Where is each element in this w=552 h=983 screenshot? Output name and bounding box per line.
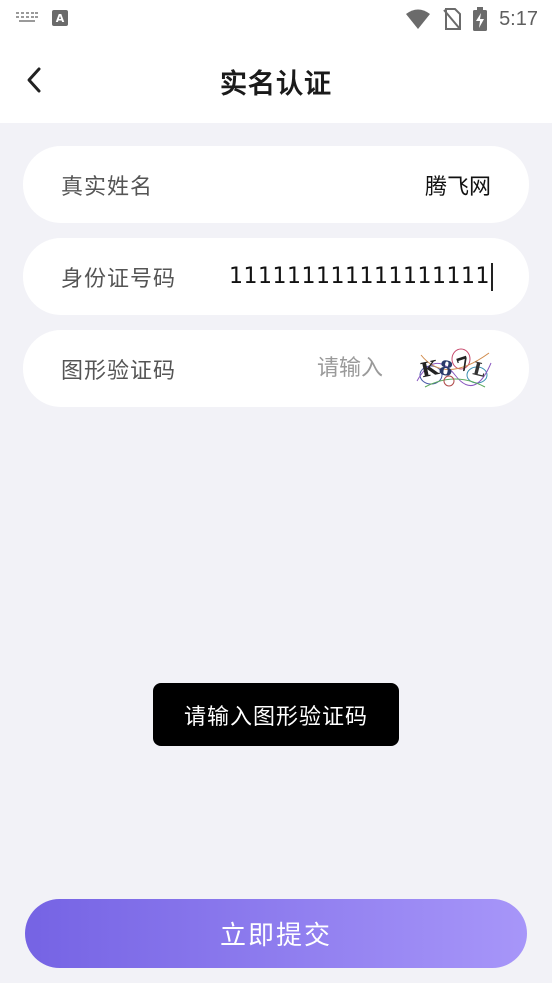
wifi-icon: [406, 9, 431, 29]
id-number-field[interactable]: 111111111111111111: [229, 238, 493, 315]
status-left: A: [16, 10, 68, 26]
page-title: 实名认证: [220, 69, 332, 100]
captcha-char-3: 7: [454, 352, 473, 377]
clock-time: 5:17: [499, 7, 538, 30]
captcha-row[interactable]: 图形验证码 K 8 7 L: [23, 330, 529, 407]
keyboard-icon: [16, 12, 38, 24]
submit-button[interactable]: 立即提交: [25, 899, 527, 968]
real-name-row[interactable]: 真实姓名 腾飞网: [23, 146, 529, 223]
id-number-value: 111111111111111111: [229, 264, 490, 289]
text-cursor: [491, 262, 493, 291]
id-number-row[interactable]: 身份证号码 111111111111111111: [23, 238, 529, 315]
captcha-input[interactable]: [281, 330, 385, 407]
captcha-image[interactable]: K 8 7 L: [415, 345, 493, 391]
real-name-label: 真实姓名: [61, 174, 154, 200]
toast-message: 请输入图形验证码: [153, 683, 399, 746]
no-sim-icon: [443, 8, 462, 30]
header-bar: 实名认证: [0, 38, 552, 123]
a-app-icon: A: [52, 10, 68, 26]
captcha-char-4: L: [470, 358, 488, 382]
battery-charging-icon: [473, 7, 488, 31]
status-right: 5:17: [405, 7, 538, 31]
status-bar: A 5:17: [0, 0, 552, 38]
id-number-label: 身份证号码: [61, 266, 177, 292]
captcha-label: 图形验证码: [61, 358, 177, 384]
real-name-value[interactable]: 腾飞网: [425, 146, 491, 223]
